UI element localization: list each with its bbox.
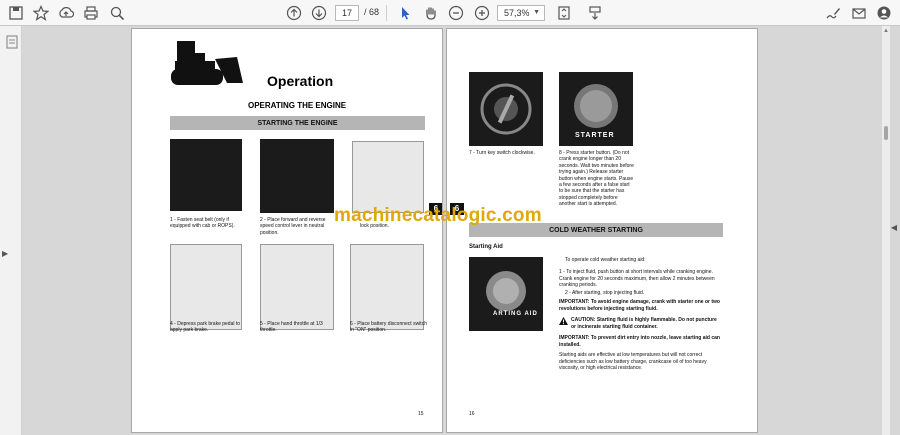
caption-1: 1 - Fasten seat belt (only if equipped w… <box>170 217 235 230</box>
zoom-in-icon[interactable] <box>472 3 492 23</box>
aid-label: ARTING AID <box>493 311 538 317</box>
expand-panel-icon[interactable]: ▶ <box>2 249 8 258</box>
caption-2: 2 - Place forward and reverse speed cont… <box>260 217 326 236</box>
document-page-right: STARTER 7 - Turn key switch clockwise. 8… <box>446 28 758 433</box>
caption-7: 7 - Turn key switch clockwise. <box>469 150 535 156</box>
page-heading: Operation <box>267 73 334 89</box>
section-title: OPERATING THE ENGINE <box>248 101 347 110</box>
caution-note: CAUTION: Starting fluid is highly flamma… <box>571 317 717 330</box>
starter-button-photo: STARTER <box>559 72 633 146</box>
intro-text: To operate cold weather starting aid: <box>565 257 646 263</box>
account-icon[interactable] <box>874 3 894 23</box>
select-cursor-icon[interactable] <box>395 3 415 23</box>
step-2-text: 2 - After starting, stop injecting fluid… <box>565 290 645 296</box>
hand-icon[interactable] <box>421 3 441 23</box>
page-number: 16 <box>469 411 475 417</box>
hand-throttle-photo <box>260 244 334 330</box>
caption-8: 8 - Press starter button. (Do not crank … <box>559 150 634 208</box>
page-thumbnail-icon[interactable] <box>2 32 22 52</box>
scroll-up-icon[interactable]: ▲ <box>883 28 889 34</box>
zoom-value: 57,3% <box>504 8 530 18</box>
zoom-select[interactable]: 57,3% ▼ <box>497 5 545 21</box>
page-number: 15 <box>418 411 424 417</box>
battery-switch-photo <box>350 244 424 330</box>
fit-page-icon[interactable] <box>554 3 574 23</box>
caption-5: 5 - Place hand throttle at 1/3 throttle. <box>260 321 323 334</box>
caption-6: 6 - Place battery disconnect switch in "… <box>350 321 427 334</box>
toolbar-divider <box>386 5 387 21</box>
save-icon[interactable] <box>6 3 26 23</box>
sign-icon[interactable] <box>823 3 843 23</box>
step-1-text: 1 - To inject fluid, push button at shor… <box>559 269 715 289</box>
page-down-icon[interactable] <box>309 3 329 23</box>
starter-label: STARTER <box>575 132 615 139</box>
zoom-search-icon[interactable] <box>107 3 127 23</box>
important-note-1: IMPORTANT: To avoid engine damage, crank… <box>559 299 720 312</box>
page-up-icon[interactable] <box>284 3 304 23</box>
chevron-down-icon: ▼ <box>533 9 540 16</box>
scroll-mode-icon[interactable] <box>585 3 605 23</box>
important-note-2: IMPORTANT: To prevent dirt entry into no… <box>559 335 720 348</box>
upload-icon[interactable] <box>56 3 76 23</box>
document-page-left: Operation OPERATING THE ENGINE STARTING … <box>131 28 443 433</box>
print-icon[interactable] <box>81 3 101 23</box>
page-number-input[interactable]: 17 <box>335 5 359 21</box>
collapse-panel-icon[interactable]: ◀ <box>891 223 897 232</box>
seat-belt-photo <box>170 139 242 211</box>
section-banner: STARTING THE ENGINE <box>170 116 425 130</box>
lock-photo <box>352 141 424 213</box>
page-total: / 68 <box>364 7 380 17</box>
watermark-text: machinecatalogic.com <box>334 205 542 226</box>
toolbar: 17 / 68 57,3% ▼ <box>0 0 900 26</box>
closing-text: Starting aids are effective at low tempe… <box>559 352 707 372</box>
starting-aid-photo: ARTING AID <box>469 257 543 331</box>
left-sidebar: ▶ <box>0 26 22 435</box>
starting-aid-title: Starting Aid <box>469 244 503 250</box>
warning-icon <box>559 317 568 325</box>
scroll-thumb[interactable] <box>884 126 888 140</box>
speed-lever-photo <box>260 139 334 213</box>
key-switch-photo <box>469 72 543 146</box>
mail-icon[interactable] <box>849 3 869 23</box>
caption-4: 4 - Depress park brake pedal to apply pa… <box>170 321 241 334</box>
vertical-scrollbar[interactable]: ▲ <box>882 26 890 435</box>
zoom-out-icon[interactable] <box>446 3 466 23</box>
star-icon[interactable] <box>31 3 51 23</box>
park-brake-photo <box>170 244 242 330</box>
bulldozer-illustration <box>171 41 243 85</box>
